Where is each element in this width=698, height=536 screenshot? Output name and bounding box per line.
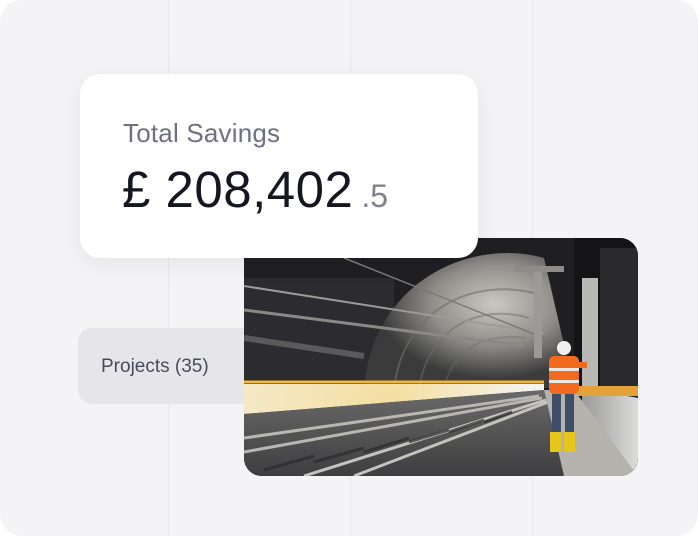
total-savings-decimal: .5 — [361, 178, 389, 214]
background-frame: Total Savings £ 208,402.5 Projects (35) — [0, 0, 698, 536]
total-savings-amount: £ 208,402 — [122, 161, 354, 218]
tunnel-photo-illustration — [244, 238, 638, 476]
projects-label: Projects (35) — [101, 356, 209, 377]
total-savings-card: Total Savings £ 208,402.5 — [80, 74, 478, 258]
rail-tunnel-worker-photo — [244, 238, 638, 476]
total-savings-label: Total Savings — [123, 118, 281, 148]
total-savings-value: £ 208,402.5 — [122, 160, 388, 219]
projects-pill[interactable]: Projects (35) — [78, 328, 268, 404]
